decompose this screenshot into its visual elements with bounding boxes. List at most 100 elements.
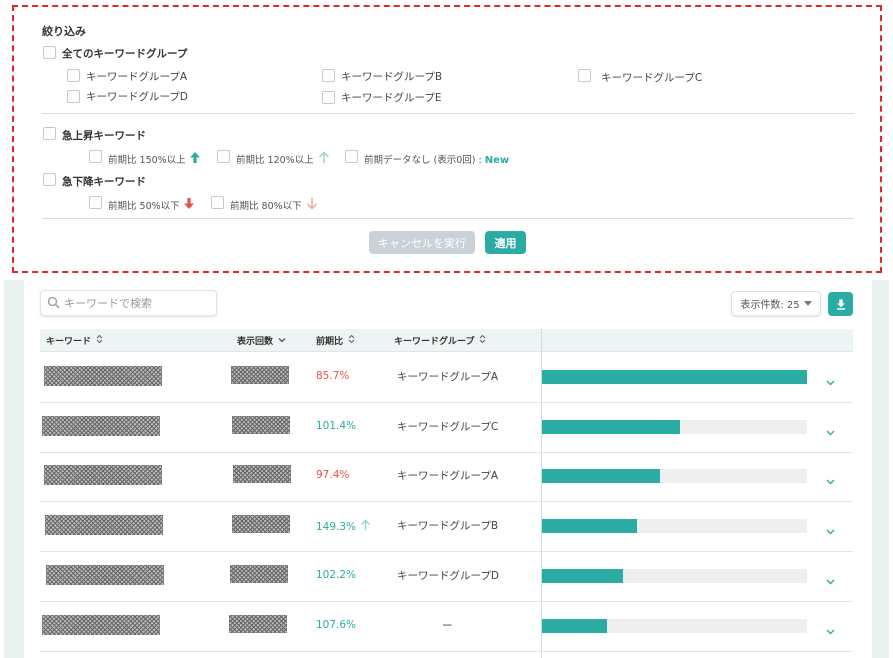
expand-chevron-icon[interactable] [826,421,835,440]
group-e-checkbox[interactable] [322,91,335,104]
impression-bar-track [542,469,807,484]
cancel-button[interactable]: キャンセルを実行 [369,231,475,254]
no-prev-data-text: 前期データなし (表示0回) : [364,155,482,166]
redacted-keyword [44,366,162,386]
redacted-impressions [229,614,287,633]
header-impressions-label: 表示回数 [237,337,274,347]
download-icon [836,295,846,314]
group-cell: キーワードグループB [397,520,499,533]
expand-chevron-icon[interactable] [826,470,835,489]
ratio-cell: 85.7% [316,370,349,382]
rising-title: 急上昇キーワード [62,130,146,142]
rising-150-checkbox[interactable] [89,150,102,163]
impression-bar [542,568,623,583]
rising-checkbox[interactable] [43,127,56,140]
redacted-impressions [232,415,290,434]
header-keyword[interactable]: キーワード [46,329,103,352]
header-keyword-label: キーワード [46,337,92,347]
ratio-value: 85.7% [316,370,350,382]
falling-50-label: 前期比 50%以下 [108,201,180,212]
expand-chevron-icon[interactable] [826,520,835,539]
all-groups-checkbox[interactable] [43,46,56,59]
no-prev-data-checkbox[interactable] [345,150,358,163]
arrow-down-strong-icon [183,195,195,214]
header-impressions[interactable]: 表示回数 [237,329,286,352]
falling-80-label: 前期比 80%以下 [230,201,302,212]
group-c-label: キーワードグループC [601,72,703,84]
group-cell: キーワードグループC [397,420,499,433]
arrow-up-strong-icon [189,149,201,168]
per-page-select[interactable]: 表示件数: 25 [731,291,821,316]
ratio-cell: 101.4% [316,420,356,432]
rising-120-label: 前期比 120%以上 [236,155,314,166]
falling-50-checkbox[interactable] [89,196,102,209]
per-page-label: 表示件数: 25 [740,300,800,311]
impression-bar-track [542,568,807,583]
arrow-down-light-icon [306,195,318,214]
table-row[interactable]: 102.2% キーワードグループD [40,552,853,602]
ratio-cell: 102.2% [316,569,356,581]
group-e-label: キーワードグループE [341,92,442,104]
redacted-keyword [44,465,162,486]
group-d-checkbox[interactable] [67,90,80,103]
download-button[interactable] [828,292,853,316]
header-group[interactable]: キーワードグループ [394,329,486,352]
table-row[interactable]: 107.6% ー [40,602,853,652]
ratio-value: 149.3% [316,520,357,533]
group-b-label: キーワードグループB [341,71,443,83]
search-input[interactable] [64,296,204,310]
impression-bar-track [542,419,807,434]
ratio-value: 102.2% [316,568,357,581]
expand-chevron-icon[interactable] [826,620,835,639]
impression-bar [542,370,807,384]
main-area: 表示件数: 25 キーワード 表示回数 前期比 キーワードグループ 85.7% キ… [4,280,889,658]
group-cell: キーワードグループA [397,470,499,483]
table-row[interactable]: 149.3% キーワードグループB [40,502,853,553]
table-row[interactable]: 97.4% キーワードグループA [40,452,853,503]
all-groups-label: 全てのキーワードグループ [62,48,188,60]
group-c-checkbox[interactable] [578,69,591,82]
impression-bar-track [542,618,807,633]
search-box[interactable] [40,290,217,316]
apply-button[interactable]: 適用 [485,231,526,254]
falling-80-checkbox[interactable] [211,196,224,209]
redacted-impressions [231,366,289,384]
expand-chevron-icon[interactable] [826,570,835,589]
expand-chevron-icon[interactable] [826,371,835,390]
table-row[interactable]: 85.7% キーワードグループA [40,353,853,403]
impression-bar [542,618,607,633]
ratio-cell: 107.6% [316,619,356,631]
falling-title: 急下降キーワード [62,176,146,188]
header-ratio[interactable]: 前期比 [316,329,355,352]
impression-bar [542,519,638,534]
group-cell: キーワードグループA [397,371,499,383]
sort-icon [96,334,103,347]
impression-bar [542,469,660,484]
sort-desc-icon [278,336,286,346]
redacted-keyword [42,415,160,436]
ratio-value: 107.6% [316,618,357,631]
group-d-label: キーワードグループD [86,91,188,103]
impression-bar-track [542,370,807,384]
sort-icon [348,334,355,347]
header-ratio-label: 前期比 [316,337,344,347]
group-a-label: キーワードグループA [86,71,188,83]
group-cell: ー [442,619,453,632]
rising-120-checkbox[interactable] [217,150,230,163]
search-icon [47,294,60,313]
arrow-up-light-icon [360,519,371,534]
filter-panel: 絞り込み 全てのキーワードグループ キーワードグループA キーワードグループB … [12,5,882,273]
falling-checkbox[interactable] [43,173,56,186]
ratio-value: 97.4% [316,469,350,482]
table-header: キーワード 表示回数 前期比 キーワードグループ [40,329,853,352]
impression-bar [542,419,680,434]
arrow-up-light-icon [318,149,330,168]
no-prev-data-label: 前期データなし (表示0回) : New [364,152,509,166]
table-row[interactable]: 101.4% キーワードグループC [40,403,853,453]
group-cell: キーワードグループD [397,569,499,582]
group-b-checkbox[interactable] [322,69,335,82]
header-group-label: キーワードグループ [394,337,475,347]
group-a-checkbox[interactable] [67,69,80,82]
ratio-cell: 149.3% [316,519,371,534]
rising-150-label: 前期比 150%以上 [108,155,186,166]
